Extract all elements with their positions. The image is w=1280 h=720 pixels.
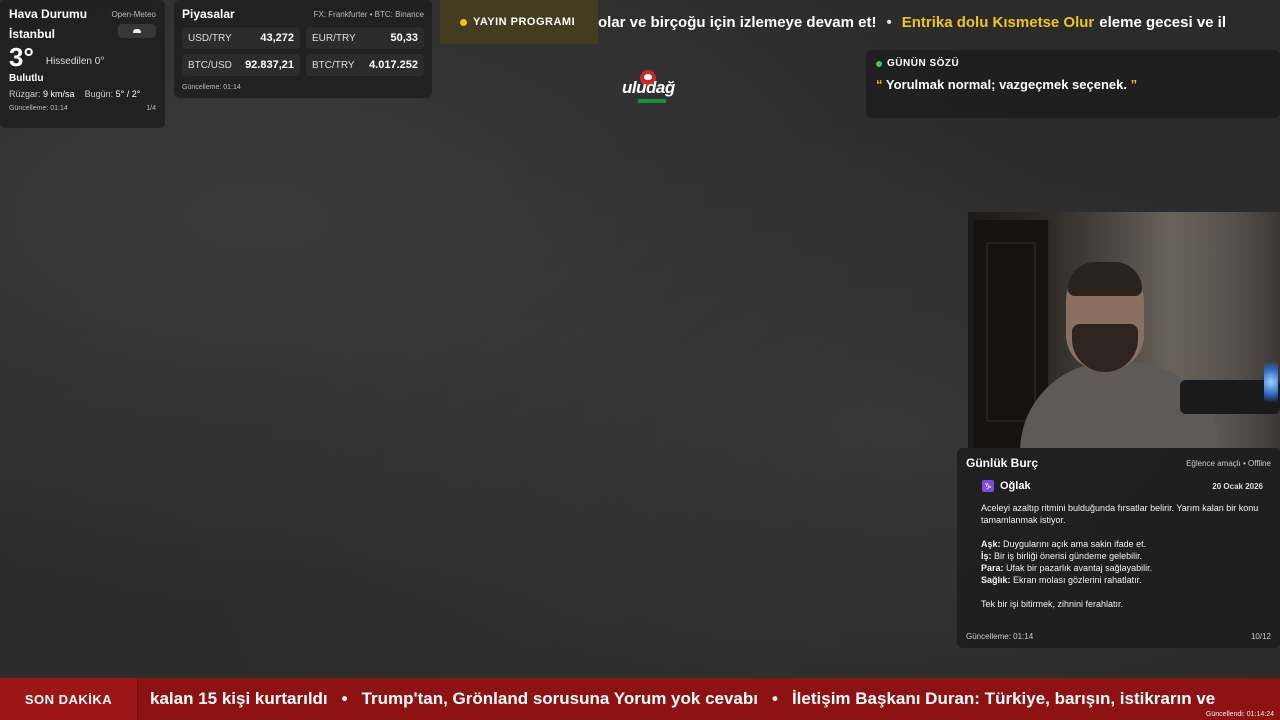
rgb-light [1264, 362, 1278, 402]
wind-value: 9 km/sa [43, 89, 75, 99]
wind-label: Rüzgar: [9, 89, 41, 99]
ticker-highlight: Entrika dolu Kısmetse Olur [901, 13, 1095, 31]
horoscope-intro: Aceleyi azaltıp ritmini bulduğunda fırsa… [981, 503, 1259, 525]
markets-source: FX: Frankfurter • BTC: Binance [313, 9, 424, 19]
weather-source: Open-Meteo [111, 9, 156, 19]
news-item: İletişim Başkanı Duran: Türkiye, barışın… [791, 689, 1216, 708]
health-label: Sağlık: [981, 575, 1011, 585]
breaking-news-bar: SON DAKİKA kalan 15 kişi kurtarıldı • Tr… [0, 678, 1280, 720]
logo-strip [638, 99, 666, 103]
today-label: Bugün: [84, 89, 114, 99]
breaking-news-ticker: kalan 15 kişi kurtarıldı • Trump'tan, Gr… [150, 678, 1215, 720]
ticker-item: eleme gecesi ve il [1099, 13, 1227, 31]
news-item: kalan 15 kişi kurtarıldı [150, 689, 328, 708]
work-text: Bir iş birliği önerisi gündeme gelebilir… [994, 551, 1143, 561]
market-value: 92.837,21 [245, 59, 294, 71]
ticker-item: olar ve birçoğu için izlemeye devam et! [598, 13, 877, 31]
breaking-news-label: SON DAKİKA [0, 678, 138, 720]
market-label: BTC/TRY [312, 59, 355, 71]
status-dot-icon [876, 60, 882, 67]
logo-text: uludağ [622, 78, 675, 97]
schedule-ticker: YAYIN PROGRAMI olar ve birçoğu için izle… [440, 0, 1280, 44]
horoscope-money: Para: Ufak bir pazarlık avantaj sağlayab… [981, 562, 1265, 574]
horoscope-title: Günlük Burç [966, 456, 1039, 470]
money-label: Para: [981, 563, 1004, 573]
market-eur-try: EUR/TRY 50,33 [306, 27, 424, 49]
horoscope-page: 10/12 [1250, 632, 1271, 641]
horoscope-sign-name: Oğlak [1000, 480, 1031, 492]
ticker-separator: • [886, 13, 892, 31]
news-separator: • [341, 689, 348, 708]
weather-city: İstanbul [9, 27, 56, 41]
horoscope-health: Sağlık: Ekran molası gözlerini rahatlatı… [981, 574, 1265, 586]
quote-open-mark: “ [876, 77, 883, 92]
schedule-ticker-text: olar ve birçoğu için izlemeye devam et! … [598, 0, 1226, 44]
market-label: USD/TRY [188, 32, 232, 44]
webcam-person-hair [1068, 262, 1142, 296]
schedule-label: YAYIN PROGRAMI [440, 0, 598, 44]
horoscope-tag: Eğlence amaçlı • Offline [1186, 458, 1271, 468]
weather-details: Rüzgar: 9 km/sa Bugün: 5° / 2° [9, 89, 156, 99]
markets-widget: Piyasalar FX: Frankfurter • BTC: Binance… [174, 0, 432, 98]
weather-widget: Hava Durumu Open-Meteo İstanbul 3° Hisse… [0, 0, 165, 128]
horoscope-widget: Günlük Burç Eğlence amaçlı • Offline ♑ O… [957, 448, 1280, 648]
market-value: 50,33 [390, 32, 418, 44]
news-item: Trump'tan, Grönland sorusuna Yorum yok c… [361, 689, 758, 708]
market-value: 43,272 [260, 32, 294, 44]
uludag-logo: uludağ [620, 70, 682, 104]
quote-widget: GÜNÜN SÖZÜ “ Yorulmak normal; vazgeçmek … [866, 50, 1280, 118]
horoscope-work: İş: Bir iş birliği önerisi gündeme geleb… [981, 550, 1265, 562]
news-separator: • [772, 689, 778, 708]
quote-close-mark: ” [1130, 77, 1138, 92]
quote-label: GÜNÜN SÖZÜ [887, 58, 960, 69]
market-label: EUR/TRY [312, 32, 356, 44]
market-label: BTC/USD [188, 59, 232, 71]
schedule-label-text: YAYIN PROGRAMI [473, 16, 576, 28]
markets-title: Piyasalar [182, 7, 235, 21]
weather-title: Hava Durumu [9, 7, 88, 21]
live-dot-icon [460, 18, 467, 26]
weather-page: 1/4 [146, 105, 156, 112]
webcam-feed [968, 212, 1280, 448]
weather-temperature: 3° [9, 42, 34, 72]
horoscope-sign: ♑ Oğlak [982, 480, 1031, 492]
work-label: İş: [981, 551, 992, 561]
horoscope-body: Aceleyi azaltıp ritmini bulduğunda fırsa… [966, 502, 1271, 610]
horoscope-tip: Tek bir işi bitirmek, zihnini ferahlatır… [981, 599, 1124, 609]
capricorn-icon: ♑ [982, 480, 994, 492]
money-text: Ufak bir pazarlık avantaj sağlayabilir. [1006, 563, 1153, 573]
today-value: 5° / 2° [115, 89, 141, 99]
market-value: 4.017.252 [369, 59, 418, 71]
quote-body: Yorulmak normal; vazgeçmek seçenek. [885, 77, 1127, 92]
weather-updated: Güncelleme: 01:14 [9, 105, 68, 112]
quote-text: “ Yorulmak normal; vazgeçmek seçenek. ” [876, 77, 1270, 92]
weather-condition: Bulutlu [9, 73, 44, 84]
breaking-news-updated: Güncellendi: 01:14:24 [1205, 711, 1274, 718]
webcam-door-panel [986, 242, 1036, 422]
market-btc-try: BTC/TRY 4.017.252 [306, 54, 424, 76]
health-text: Ekran molası gözlerini rahatlatır. [1013, 575, 1142, 585]
horoscope-love: Aşk: Duygularını açık ama sakin ifade et… [981, 538, 1265, 550]
love-label: Aşk: [981, 539, 1001, 549]
weather-feels-like: Hissedilen 0° [45, 55, 105, 67]
markets-updated: Güncelleme: 01:14 [182, 84, 241, 91]
market-btc-usd: BTC/USD 92.837,21 [182, 54, 300, 76]
horoscope-date: 20 Ocak 2026 [1212, 481, 1263, 491]
horoscope-updated: Güncelleme: 01:14 [966, 632, 1034, 641]
love-text: Duygularını açık ama sakin ifade et. [1003, 539, 1147, 549]
market-usd-try: USD/TRY 43,272 [182, 27, 300, 49]
cloud-icon [118, 24, 156, 38]
